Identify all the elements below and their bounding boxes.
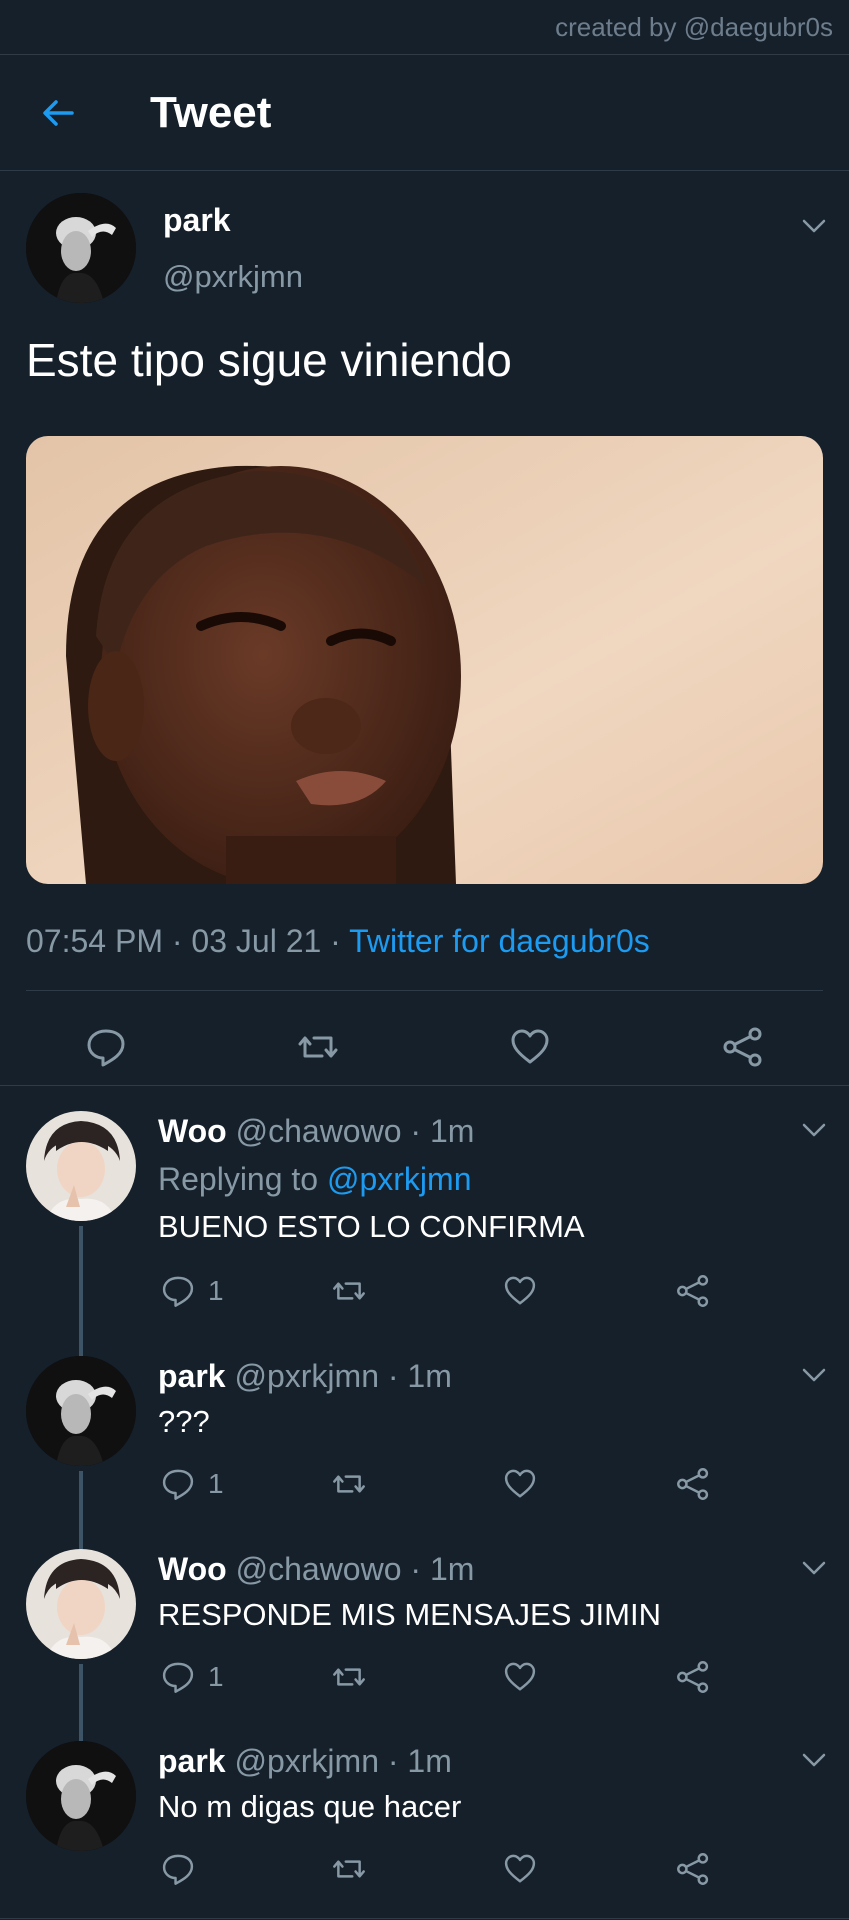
reply-actions: 1 <box>0 1273 849 1313</box>
chevron-down-icon[interactable] <box>800 1559 828 1577</box>
share-icon[interactable] <box>675 1466 711 1502</box>
like-icon[interactable] <box>502 1273 538 1309</box>
chevron-down-icon[interactable] <box>800 1121 828 1139</box>
reply-text: No m digas que hacer <box>158 1789 462 1824</box>
reply-header: park @pxrkjmn · 1m <box>158 1743 452 1780</box>
dot-separator: · <box>410 1551 422 1587</box>
retweet-icon[interactable] <box>296 1025 340 1069</box>
back-arrow-icon[interactable] <box>38 93 78 133</box>
retweet-icon[interactable] <box>331 1466 367 1502</box>
reply-actions: 1 <box>0 1466 849 1506</box>
chevron-down-icon[interactable] <box>800 1366 828 1384</box>
replying-to: Replying to @pxrkjmn <box>158 1161 471 1198</box>
avatar[interactable] <box>26 1549 136 1659</box>
reply-header: Woo @chawowo · 1m <box>158 1113 474 1150</box>
tweet-source[interactable]: Twitter for daegubr0s <box>349 923 650 959</box>
dot-separator: · <box>171 923 183 959</box>
tweet-actions <box>0 1011 849 1083</box>
tweet-date: 03 Jul 21 <box>191 923 322 959</box>
reply-time: 1m <box>407 1743 452 1779</box>
reply-author-handle[interactable]: @chawowo <box>236 1551 402 1587</box>
reply-author-handle[interactable]: @pxrkjmn <box>234 1743 379 1779</box>
page-title: Tweet <box>150 87 272 137</box>
credit-text: created by @daegubr0s <box>555 11 833 42</box>
reply-author-name[interactable]: Woo <box>158 1113 227 1149</box>
dot-separator: · <box>387 1743 399 1779</box>
reply-text: BUENO ESTO LO CONFIRMA <box>158 1209 585 1244</box>
dot-separator: · <box>387 1358 399 1394</box>
avatar[interactable] <box>26 1111 136 1221</box>
retweet-icon[interactable] <box>331 1273 367 1309</box>
share-icon[interactable] <box>675 1851 711 1887</box>
reply-author-name[interactable]: park <box>158 1743 226 1779</box>
chevron-down-icon[interactable] <box>800 217 828 235</box>
avatar[interactable] <box>26 193 136 303</box>
like-icon[interactable] <box>502 1851 538 1887</box>
replying-to-label: Replying to <box>158 1161 327 1197</box>
divider <box>26 990 823 991</box>
header: Tweet <box>0 55 849 171</box>
reply-icon[interactable] <box>160 1659 196 1695</box>
reply-count: 1 <box>208 1275 224 1306</box>
tweet-image[interactable] <box>26 436 823 884</box>
share-icon[interactable] <box>675 1659 711 1695</box>
reply-text: ??? <box>158 1404 210 1439</box>
reply-icon[interactable] <box>160 1273 196 1309</box>
tweet-time: 07:54 PM <box>26 923 163 959</box>
reply-icon[interactable] <box>160 1851 196 1887</box>
reply-time: 1m <box>429 1113 475 1149</box>
author-handle[interactable]: @pxrkjmn <box>163 259 303 295</box>
reply-author-name[interactable]: Woo <box>158 1551 227 1587</box>
reply-header: Woo @chawowo · 1m <box>158 1551 474 1588</box>
reply-icon[interactable] <box>84 1025 128 1069</box>
tweet-text: Este tipo sigue viniendo <box>26 334 512 386</box>
reply-header: park @pxrkjmn · 1m <box>158 1358 452 1395</box>
reply-actions: 1 <box>0 1659 849 1699</box>
reply-count: 1 <box>208 1661 224 1692</box>
dot-separator: · <box>410 1113 422 1149</box>
reply-text: RESPONDE MIS MENSAJES JIMIN <box>158 1597 661 1632</box>
reply-actions <box>0 1851 849 1891</box>
like-icon[interactable] <box>502 1659 538 1695</box>
reply-time: 1m <box>429 1551 475 1587</box>
reply-count: 1 <box>208 1468 224 1499</box>
tweet-meta: 07:54 PM · 03 Jul 21 · Twitter for daegu… <box>26 923 650 960</box>
reply-author-handle[interactable]: @chawowo <box>236 1113 402 1149</box>
like-icon[interactable] <box>502 1466 538 1502</box>
share-icon[interactable] <box>675 1273 711 1309</box>
reply-icon[interactable] <box>160 1466 196 1502</box>
share-icon[interactable] <box>721 1025 765 1069</box>
main-tweet: park @pxrkjmn Este tipo sigue viniendo 0… <box>0 171 849 1085</box>
replies-list: Woo @chawowo · 1m Replying to @pxrkjmn B… <box>0 1086 849 1919</box>
chevron-down-icon[interactable] <box>800 1751 828 1769</box>
dot-separator: · <box>330 923 341 959</box>
avatar[interactable] <box>26 1356 136 1466</box>
reply-author-handle[interactable]: @pxrkjmn <box>234 1358 379 1394</box>
reply-author-name[interactable]: park <box>158 1358 226 1394</box>
retweet-icon[interactable] <box>331 1851 367 1887</box>
author-name[interactable]: park <box>163 202 231 239</box>
credit-bar: created by @daegubr0s <box>0 0 849 55</box>
like-icon[interactable] <box>508 1025 552 1069</box>
reply-time: 1m <box>407 1358 452 1394</box>
replying-to-handle[interactable]: @pxrkjmn <box>327 1161 472 1197</box>
retweet-icon[interactable] <box>331 1659 367 1695</box>
divider <box>0 1918 849 1919</box>
avatar[interactable] <box>26 1741 136 1851</box>
